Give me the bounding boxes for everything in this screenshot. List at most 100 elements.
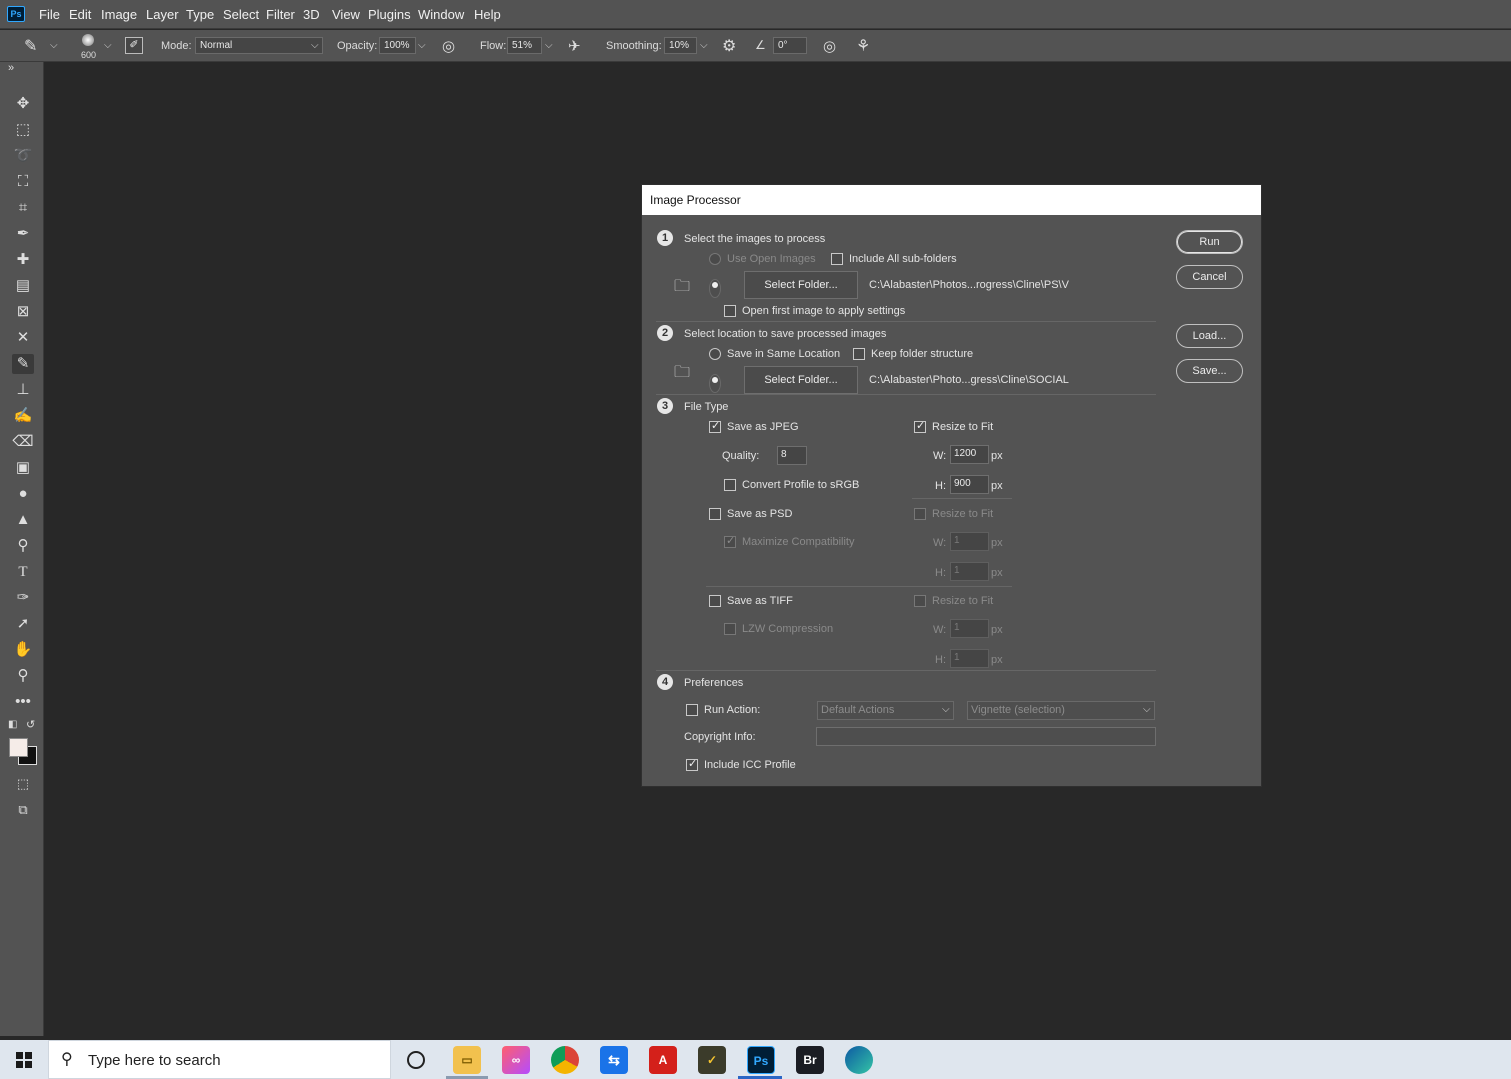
clone-stamp-icon[interactable]: ⊥ [12, 380, 34, 400]
object-select-icon[interactable]: ⛶ [12, 172, 34, 192]
destination-folder-radio[interactable] [709, 374, 721, 393]
psd-resize-checkbox[interactable] [914, 508, 926, 520]
airbrush-icon[interactable]: ✈ [568, 37, 581, 55]
jpeg-resize-checkbox[interactable] [914, 419, 926, 433]
opacity-input[interactable]: 100% [379, 37, 416, 54]
content-aware-move-icon[interactable]: ✕ [12, 328, 34, 348]
menu-plugins[interactable]: Plugins [368, 7, 411, 22]
history-brush-icon[interactable]: ✍ [12, 406, 34, 426]
marquee-icon[interactable]: ⬚ [12, 120, 34, 140]
brush-preset-icon[interactable]: ✎ [24, 36, 37, 56]
menu-file[interactable]: File [39, 7, 60, 22]
blur-icon[interactable]: ● [12, 484, 34, 504]
include-subfolders-checkbox[interactable] [831, 253, 843, 265]
symmetry-icon[interactable]: ⚘ [856, 36, 870, 56]
move-icon[interactable]: ✥ [12, 94, 34, 114]
windows-start-icon[interactable] [16, 1052, 32, 1068]
hand-icon[interactable]: ✋ [12, 640, 34, 660]
brush-tip-icon[interactable] [82, 34, 94, 46]
menu-edit[interactable]: Edit [69, 7, 91, 22]
include-icc-checkbox[interactable] [686, 757, 698, 771]
psd-height-input[interactable]: 1 [950, 562, 989, 581]
mode-select[interactable]: Normal [195, 37, 323, 54]
screen-mode-icon[interactable]: ⧉ [12, 800, 34, 820]
maximize-compatibility-checkbox[interactable] [724, 534, 736, 548]
open-first-image-checkbox[interactable] [724, 305, 736, 317]
lzw-compression-checkbox[interactable] [724, 623, 736, 635]
more-tools-icon[interactable]: ••• [12, 692, 34, 712]
save-as-jpeg-checkbox[interactable] [709, 419, 721, 433]
menu-view[interactable]: View [332, 7, 360, 22]
eyedropper-icon[interactable]: ✒ [12, 224, 34, 244]
creative-cloud-icon[interactable]: ∞ [502, 1046, 530, 1074]
teamviewer-icon[interactable]: ⇆ [600, 1046, 628, 1074]
brush-icon[interactable]: ✎ [12, 354, 34, 374]
crop-icon[interactable]: ⌗ [12, 198, 34, 218]
chevron-down-icon[interactable]: ⌵ [104, 40, 112, 51]
zoom-icon[interactable]: ⚲ [12, 666, 34, 686]
use-open-images-radio[interactable] [709, 253, 721, 265]
task-view-icon[interactable] [407, 1051, 425, 1069]
chevron-down-icon[interactable]: ⌵ [50, 40, 58, 51]
taskbar-search[interactable]: ⚲ Type here to search [48, 1040, 391, 1079]
source-select-folder-button[interactable]: Select Folder... [744, 271, 858, 299]
gradient-icon[interactable]: ▣ [12, 458, 34, 478]
tiff-resize-checkbox[interactable] [914, 595, 926, 607]
chevron-down-icon[interactable]: ⌵ [545, 40, 553, 51]
save-as-tiff-checkbox[interactable] [709, 595, 721, 607]
healing-brush-icon[interactable]: ✚ [12, 250, 34, 270]
menu-image[interactable]: Image [101, 7, 137, 22]
menu-help[interactable]: Help [474, 7, 501, 22]
save-as-psd-checkbox[interactable] [709, 508, 721, 520]
psd-width-input[interactable]: 1 [950, 532, 989, 551]
quality-input[interactable]: 8 [777, 446, 807, 465]
copyright-input[interactable] [816, 727, 1156, 746]
pressure-opacity-icon[interactable]: ◎ [442, 37, 455, 55]
frame-icon[interactable]: ⊠ [12, 302, 34, 322]
destination-select-folder-button[interactable]: Select Folder... [744, 366, 858, 394]
patch-icon[interactable]: ▤ [12, 276, 34, 296]
acrobat-icon[interactable]: A [649, 1046, 677, 1074]
load-button[interactable]: Load... [1176, 324, 1243, 348]
run-button[interactable]: Run [1176, 230, 1243, 254]
menu-select[interactable]: Select [223, 7, 259, 22]
menu-3d[interactable]: 3D [303, 7, 320, 22]
pen-icon[interactable]: ✑ [12, 588, 34, 608]
eraser-icon[interactable]: ⌫ [12, 432, 34, 452]
chevron-down-icon[interactable]: ⌵ [700, 40, 708, 51]
path-select-icon[interactable]: ➚ [12, 614, 34, 634]
menu-layer[interactable]: Layer [146, 7, 179, 22]
action-set-select[interactable]: Default Actions [817, 701, 954, 720]
default-colors-icon[interactable]: ◧ [8, 719, 17, 730]
menu-type[interactable]: Type [186, 7, 214, 22]
run-action-checkbox[interactable] [686, 704, 698, 716]
bridge-icon[interactable]: Br [796, 1046, 824, 1074]
quick-mask-icon[interactable]: ⬚ [12, 774, 34, 794]
sharpen-icon[interactable]: ▲ [12, 510, 34, 530]
photoshop-icon[interactable]: Ps [747, 1046, 775, 1074]
flow-input[interactable]: 51% [507, 37, 542, 54]
pressure-size-icon[interactable]: ◎ [823, 37, 836, 55]
keep-folder-structure-checkbox[interactable] [853, 348, 865, 360]
file-explorer-icon[interactable]: ▭ [453, 1046, 481, 1074]
angle-input[interactable]: 0° [773, 37, 807, 54]
jpeg-height-input[interactable]: 900 [950, 475, 989, 494]
menu-filter[interactable]: Filter [266, 7, 295, 22]
foreground-color-swatch[interactable] [9, 738, 28, 757]
action-select[interactable]: Vignette (selection) [967, 701, 1155, 720]
convert-srgb-checkbox[interactable] [724, 479, 736, 491]
chevron-down-icon[interactable]: ⌵ [418, 40, 426, 51]
lasso-icon[interactable]: ➰ [12, 146, 34, 166]
cancel-button[interactable]: Cancel [1176, 265, 1243, 289]
dodge-icon[interactable]: ⚲ [12, 536, 34, 556]
tasks-icon[interactable]: ✓ [698, 1046, 726, 1074]
chrome-icon[interactable] [551, 1046, 579, 1074]
save-same-location-radio[interactable] [709, 348, 721, 360]
smoothing-input[interactable]: 10% [664, 37, 697, 54]
brush-settings-icon[interactable]: ✐ [125, 37, 143, 54]
gear-icon[interactable]: ⚙ [722, 36, 736, 56]
type-icon[interactable]: T [12, 562, 34, 582]
save-button[interactable]: Save... [1176, 359, 1243, 383]
source-folder-radio[interactable] [709, 279, 721, 298]
jpeg-width-input[interactable]: 1200 [950, 445, 989, 464]
